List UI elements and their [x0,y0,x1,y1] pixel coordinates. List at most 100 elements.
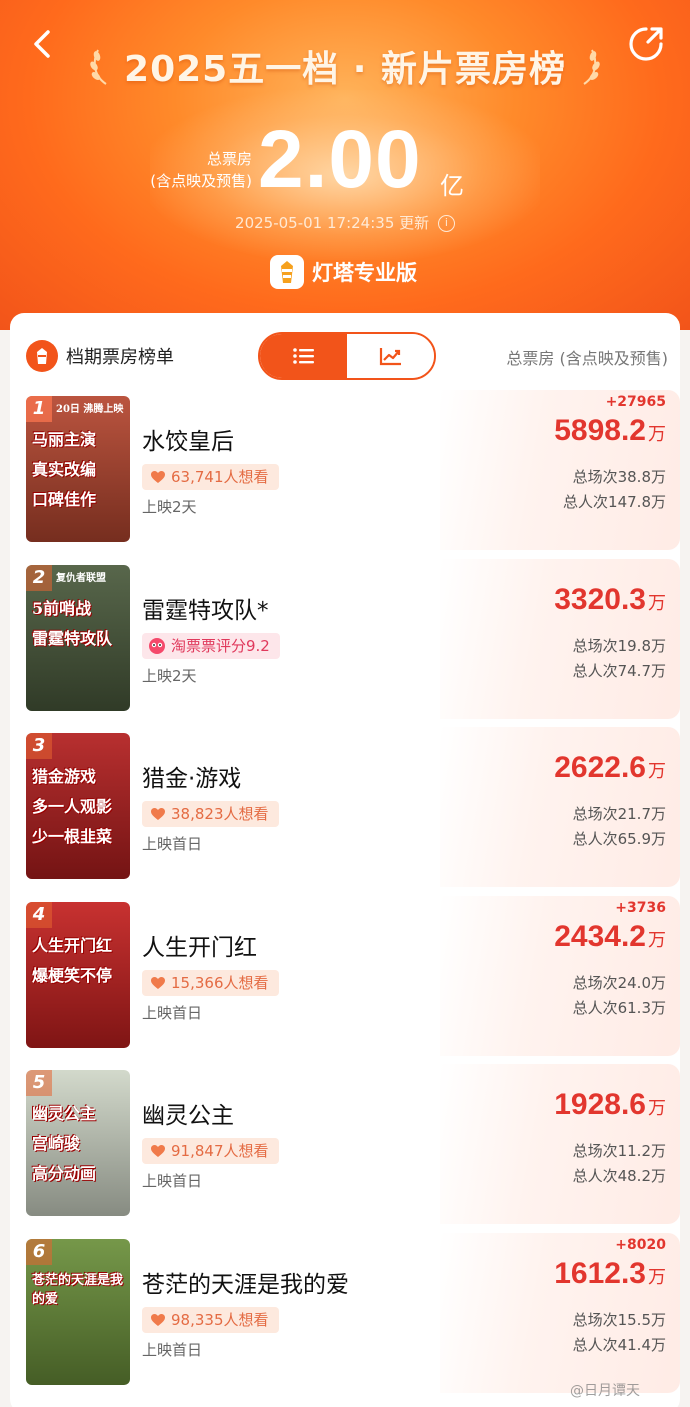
update-time: 2025-05-01 17:24:35 [235,214,395,232]
movie-poster[interactable]: 人生开门红 爆梗笑不停 4 [26,902,130,1048]
movie-title[interactable]: 人生开门红 [142,928,257,962]
movie-title[interactable]: 水饺皇后 [142,422,234,456]
want-to-see-count: 38,823人想看 [171,805,269,823]
poster-text: 猎金游戏 [32,767,97,786]
box-office: 2622.6 万 [554,751,666,785]
hero-header: 2025五一档 · 新片票房榜 总票房 (含点映及预售) 2.00 亿 2025… [0,0,690,330]
heart-icon [151,1314,165,1326]
rank-badge: 1 [26,396,52,422]
rank-badge: 2 [26,565,52,591]
box-office-value: 1612.3 [554,1257,646,1290]
box-office-value: 5898.2 [554,414,646,447]
ranking-card: 档期票房榜单 总票房 (含点映及预售) 马丽主演 真实改编 口碑佳作 20日 沸腾上映… [10,313,680,1407]
release-status: 上映首日 [142,1172,203,1190]
total-sessions: 总场次21.7万 [572,805,666,823]
box-office-unit: 万 [648,593,666,613]
brand-name: 灯塔专业版 [312,261,417,285]
poster-top-text: 20日 沸腾上映 [56,404,124,415]
movie-poster[interactable]: 猎金游戏 多一人观影 少一根韭菜 3 [26,733,130,879]
total-box-office-value: 2.00 [258,114,422,205]
want-to-see-tag: 98,335人想看 [142,1307,279,1333]
poster-text: 苍茫的天涯是我的爱 [32,1273,124,1307]
rank-badge: 6 [26,1239,52,1265]
release-status: 上映2天 [142,667,197,685]
poster-text: 少一根韭菜 [32,827,113,846]
total-box-office-unit: 亿 [440,172,464,200]
poster-text: 5前哨战 [32,599,92,618]
total-admissions: 总人次65.9万 [572,830,666,848]
total-sessions: 总场次38.8万 [572,468,666,486]
total-admissions: 总人次41.4万 [572,1336,666,1354]
box-office-unit: 万 [648,761,666,781]
box-office-change: +8020 [615,1237,666,1253]
laurel-left-icon [90,49,107,85]
movie-row[interactable]: 人生开门红 爆梗笑不停 4 人生开门红 15,366人想看 上映首日 +3736 … [10,896,680,1056]
laurel-right-icon [583,49,600,85]
list-view-button[interactable] [260,334,347,378]
movie-title[interactable]: 雷霆特攻队* [142,591,269,625]
movie-title[interactable]: 幽灵公主 [142,1096,234,1130]
box-office: 3320.3 万 [554,583,666,617]
want-to-see-count: 15,366人想看 [171,974,269,992]
movie-row[interactable]: 幽灵公主 宫崎骏 高分动画 5 幽灵公主 91,847人想看 上映首日 1928.6… [10,1064,680,1224]
rank-badge: 5 [26,1070,52,1096]
page-title: 2025五一档 · 新片票房榜 [124,49,566,90]
heart-icon [151,471,165,483]
total-admissions: 总人次61.3万 [572,999,666,1017]
movie-row[interactable]: 猎金游戏 多一人观影 少一根韭菜 3 猎金·游戏 38,823人想看 上映首日 26… [10,727,680,887]
want-to-see-count: 98,335人想看 [171,1311,269,1329]
poster-text: 真实改编 [32,460,97,479]
want-to-see-tag: 15,366人想看 [142,970,279,996]
chart-view-button[interactable] [347,334,434,378]
release-status: 上映2天 [142,498,197,516]
box-office-change: +27965 [605,394,666,410]
ranking-list-icon [26,340,58,372]
column-label: 总票房 (含点映及预售) [506,349,668,368]
box-office-value: 3320.3 [554,583,646,616]
rating-text: 淘票票评分9.2 [171,637,270,655]
poster-text: 幽灵公主 [32,1104,97,1123]
chevron-left-icon [34,30,50,58]
brand: 灯塔专业版 [270,252,430,292]
movie-row[interactable]: 苍茫的天涯是我的爱 6 苍茫的天涯是我的爱 98,335人想看 上映首日 +80… [10,1233,680,1393]
movie-poster[interactable]: 幽灵公主 宫崎骏 高分动画 5 [26,1070,130,1216]
want-to-see-tag: 38,823人想看 [142,801,279,827]
poster-text: 口碑佳作 [32,490,97,509]
movie-row[interactable]: 马丽主演 真实改编 口碑佳作 20日 沸腾上映 1 水饺皇后 63,741人想看 上映… [10,390,680,550]
total-sessions: 总场次19.8万 [572,637,666,655]
trend-chart-icon [379,348,401,366]
share-icon [629,27,663,61]
card-title: 档期票房榜单 [66,347,174,368]
box-office-unit: 万 [648,424,666,444]
heart-icon [151,1145,165,1157]
release-status: 上映首日 [142,1004,203,1022]
poster-text: 宫崎骏 [32,1134,81,1153]
movie-poster[interactable]: 5前哨战 雷霆特攻队 复仇者联盟 2 [26,565,130,711]
total-sessions: 总场次24.0万 [572,974,666,992]
box-office-value: 2622.6 [554,751,646,784]
back-button[interactable] [22,22,66,66]
lighthouse-logo-icon [270,255,304,289]
heart-icon [151,808,165,820]
movie-poster[interactable]: 苍茫的天涯是我的爱 6 [26,1239,130,1385]
box-office: 5898.2 万 [554,414,666,448]
poster-text: 雷霆特攻队 [32,629,113,648]
total-sessions: 总场次15.5万 [572,1311,666,1329]
info-icon[interactable]: i [437,215,455,232]
box-office-unit: 万 [648,1267,666,1287]
box-office-change: +3736 [615,900,666,916]
box-office: 1612.3 万 [554,1257,666,1291]
box-office-unit: 万 [648,930,666,950]
total-admissions: 总人次74.7万 [572,662,666,680]
movie-row[interactable]: 5前哨战 雷霆特攻队 复仇者联盟 2 雷霆特攻队* 淘票票评分9.2 上映2天 33… [10,559,680,719]
box-office-unit: 万 [648,1098,666,1118]
want-to-see-tag: 91,847人想看 [142,1138,279,1164]
movie-poster[interactable]: 马丽主演 真实改编 口碑佳作 20日 沸腾上映 1 [26,396,130,542]
share-button[interactable] [626,24,666,64]
total-box-office-label: 总票房 (含点映及预售) [130,148,252,192]
movie-title[interactable]: 猎金·游戏 [142,759,241,793]
movie-title[interactable]: 苍茫的天涯是我的爱 [142,1265,349,1299]
total-admissions: 总人次48.2万 [572,1167,666,1185]
page-title-row: 2025五一档 · 新片票房榜 [80,38,610,94]
update-time-row: 2025-05-01 17:24:35 更新 i [0,212,690,233]
